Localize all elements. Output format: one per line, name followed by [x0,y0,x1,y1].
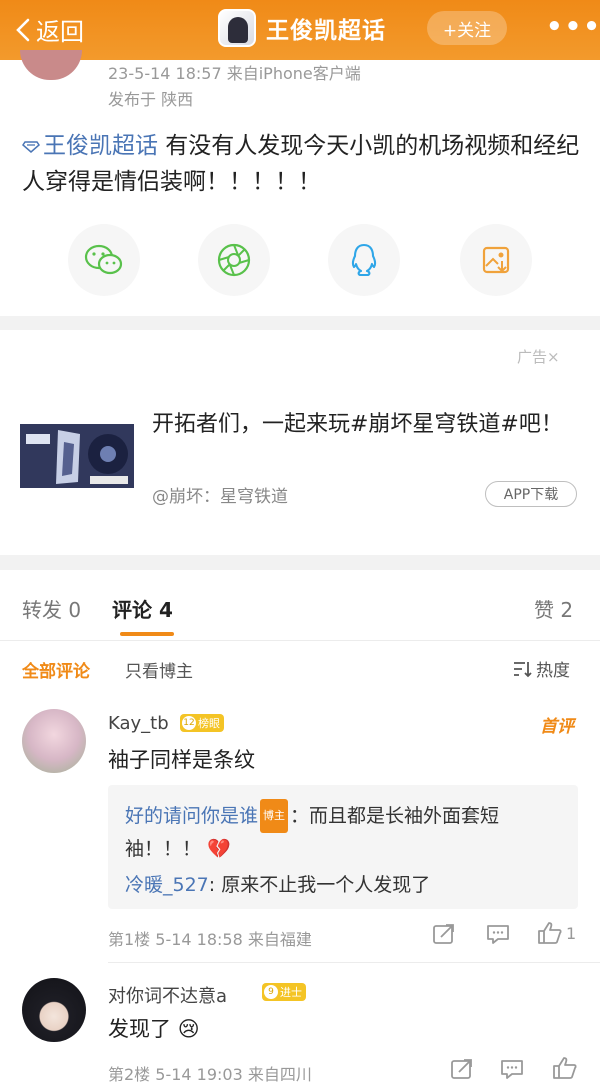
qq-icon [351,243,377,277]
comment-text: 发现了 😢 [108,1013,200,1043]
reply-item[interactable]: 冷暖_527: 原来不止我一个人发现了 [125,870,430,897]
post-meta: 23-5-14 18:57 来自iPhone客户端 [108,64,361,83]
sort-label: 热度 [536,661,570,681]
comment-meta: 第1楼 5-14 18:58 来自福建 [108,930,312,949]
page-header: 王俊凯超话 [218,9,386,47]
reply-text: : 原来不止我一个人发现了 [208,874,431,896]
share-moments-button[interactable] [198,224,270,296]
save-image-icon [482,246,510,274]
active-tab-indicator [120,632,174,636]
wechat-icon [84,244,123,275]
fan-badge[interactable]: 9 进士 [262,983,306,1001]
comment-reply-button[interactable] [500,1058,524,1080]
sort-button[interactable]: 热度 [512,656,570,681]
page-title: 王俊凯超话 [266,18,386,44]
divider [0,640,600,641]
author-tag: 博主 [260,799,289,833]
reply-author[interactable]: 冷暖_527 [125,874,209,896]
topic-name: 王俊凯超话 [43,133,158,159]
comment-share-button[interactable] [450,1058,474,1080]
comment-body: 发现了 [108,1017,171,1041]
like-count: 1 [566,923,577,943]
comment-text: 袖子同样是条纹 [108,748,255,772]
avatar[interactable] [22,978,86,1042]
first-comment-label: 首评 [540,717,574,737]
diamond-icon [22,140,40,153]
share-icon [433,924,454,944]
post-location: 发布于 陕西 [108,90,194,109]
ad-art [20,424,134,488]
fan-badge[interactable]: 12 榜眼 [180,714,224,732]
back-button[interactable]: 返回 [16,12,84,47]
comment-icon [487,925,509,944]
broken-heart-icon: 💔 [207,838,231,860]
reply-author[interactable]: 好的请问你是谁 [125,805,258,827]
tab-repost[interactable]: 转发 0 [22,594,81,623]
tab-comment[interactable]: 评论 4 [112,594,173,623]
app-download-button[interactable]: APP下载 [485,481,577,507]
follow-button[interactable]: +关注 [427,11,507,45]
comment-icon [501,1060,523,1079]
section-divider [0,316,600,330]
comment-like-button[interactable]: 1 [537,921,576,945]
ad-text[interactable]: 开拓者们，一起来玩#崩坏星穹铁道#吧！ [152,408,582,441]
topic-avatar[interactable] [218,9,256,47]
save-image-button[interactable] [460,224,532,296]
chevron-left-icon [16,18,30,41]
thumbs-up-icon [553,1057,577,1079]
ad-thumbnail[interactable] [20,424,134,488]
ad-source[interactable]: @崩坏：星穹铁道 [152,482,288,507]
badge-text: 进士 [280,986,302,999]
avatar[interactable] [22,709,86,773]
comment-share-button[interactable] [432,923,456,945]
crying-emoji-icon: 😢 [177,1017,200,1041]
filter-author-only[interactable]: 只看博主 [125,657,193,682]
badge-level: 9 [264,985,278,999]
comment-reply-button[interactable] [486,923,510,945]
tab-like[interactable]: 赞 2 [534,594,573,623]
share-icon [451,1059,472,1079]
sort-icon [514,661,532,677]
share-qq-button[interactable] [328,224,400,296]
back-label: 返回 [36,18,84,46]
commenter-name[interactable]: Kay_tb [108,713,169,734]
topic-link[interactable]: 王俊凯超话 [22,133,158,159]
filter-all-comments[interactable]: 全部评论 [22,657,90,682]
more-menu-button[interactable]: ••• [546,12,600,42]
ad-label[interactable]: 广告× [517,346,560,367]
reply-item[interactable]: 好的请问你是谁 博主 ：而且都是长袖外面套短袖！！！ 💔 [125,799,565,865]
share-wechat-button[interactable] [68,224,140,296]
badge-level: 12 [182,716,196,730]
moments-icon [217,243,251,277]
comment-like-button[interactable] [552,1056,581,1080]
badge-text: 榜眼 [198,717,220,730]
commenter-name[interactable]: 对你词不达意a [108,982,227,1008]
section-divider [0,555,600,570]
post-text: 王俊凯超话 有没有人发现今天小凯的机场视频和经纪人穿得是情侣装啊！！！！！ [22,128,582,200]
divider [108,962,600,963]
thumbs-up-icon [538,922,562,944]
comment-meta: 第2楼 5-14 19:03 来自四川 [108,1065,312,1084]
